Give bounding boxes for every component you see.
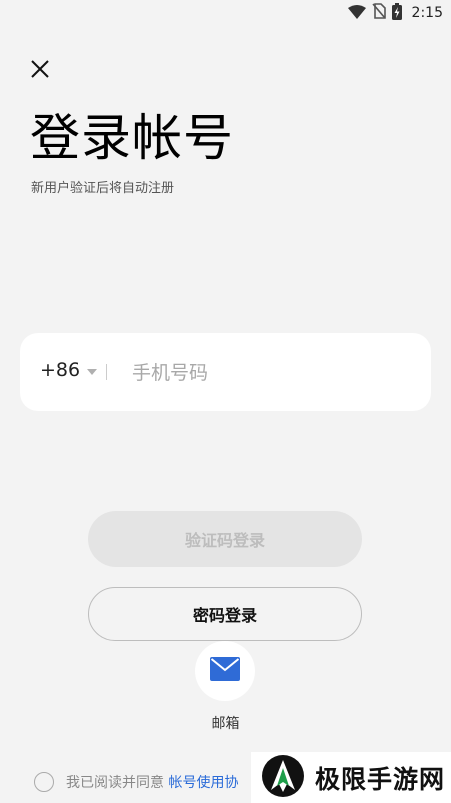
phone-number-input[interactable] [130,353,404,393]
password-login-button[interactable]: 密码登录 [88,587,362,641]
close-icon [30,59,50,83]
country-code-selector[interactable]: +86 [40,359,98,381]
sms-code-login-button[interactable]: 验证码登录 [88,511,362,567]
phone-input-card: +86 [20,333,431,411]
input-divider [106,364,107,380]
status-bar: 2:15 [0,0,451,26]
watermark-text: 极限手游网 [315,764,446,794]
agreement-link[interactable]: 帐号使用协 [168,775,238,791]
status-icons: 2:15 [347,2,443,24]
battery-charging-icon [391,2,402,24]
agreement-checkbox[interactable] [34,772,54,792]
chevron-down-icon [86,359,98,381]
no-sim-icon [371,3,386,23]
agreement-text: 我已阅读并同意 [66,775,164,791]
wifi-icon [347,4,366,23]
status-time: 2:15 [411,5,443,21]
watermark-overlay: 极限手游网 [251,752,451,803]
page-title: 登录帐号 [30,109,234,167]
country-code-value: +86 [40,359,81,381]
page-subtitle: 新用户验证后将自动注册 [31,181,175,196]
agreement-row: 我已阅读并同意 帐号使用协 [34,772,238,792]
mail-icon [210,657,240,685]
email-login-button[interactable] [195,641,255,701]
close-button[interactable] [24,55,56,87]
watermark-logo-icon [261,754,305,802]
email-login-label: 邮箱 [211,716,240,732]
